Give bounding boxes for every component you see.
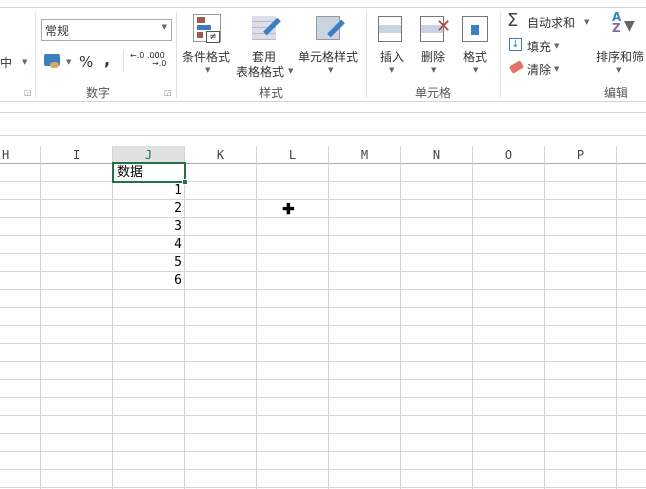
divider [123, 50, 124, 72]
column-header-k[interactable]: K [185, 146, 257, 164]
fill-handle[interactable] [182, 179, 188, 185]
decrease-decimal-button[interactable]: .00 →.0 [152, 52, 170, 68]
sort-filter-button[interactable]: 排序和筛 [596, 48, 644, 65]
autosum-dropdown[interactable]: ▼ [584, 18, 589, 26]
cell-j3[interactable]: 2 [113, 200, 182, 218]
sort-filter-dropdown[interactable]: ▼ [616, 66, 621, 74]
increase-decimal-button[interactable]: ←.0 .00 [130, 52, 160, 60]
format-cells-icon [462, 16, 488, 42]
conditional-format-dropdown[interactable]: ▼ [205, 66, 210, 74]
coins-icon [50, 62, 59, 68]
cell-styles-button[interactable]: 单元格样式 [298, 48, 358, 65]
column-header-h[interactable]: H [0, 146, 41, 164]
number-group-label: 数字 [86, 86, 111, 100]
grid-vlines [0, 164, 646, 489]
delete-x-icon: ✕ [436, 16, 452, 37]
fill-dropdown[interactable]: ▼ [554, 42, 559, 50]
conditional-format-icon: ≠ [193, 14, 221, 43]
cell-cursor-icon: ✚ [282, 200, 295, 219]
ribbon-top-border [0, 7, 646, 8]
number-dialog-launcher-icon[interactable]: ◲ [164, 88, 172, 97]
comma-style-button[interactable]: , [104, 50, 110, 69]
group-separator [500, 12, 501, 98]
clear-button[interactable]: 清除 [527, 61, 551, 78]
cell-j5[interactable]: 4 [113, 236, 182, 254]
formula-bar[interactable] [0, 113, 646, 135]
cell-j6[interactable]: 5 [113, 254, 182, 272]
clear-dropdown[interactable]: ▼ [554, 65, 559, 73]
number-format-select[interactable]: 常规 ▼ [41, 19, 172, 41]
format-dropdown[interactable]: ▼ [473, 66, 478, 74]
conditional-format-button[interactable]: 条件格式 [182, 48, 230, 65]
fill-down-icon: ↓ [509, 38, 522, 51]
insert-dropdown[interactable]: ▼ [389, 66, 394, 74]
group-separator [35, 12, 36, 98]
cell-styles-dropdown[interactable]: ▼ [328, 66, 333, 74]
merge-center-dropdown[interactable]: ▼ [22, 58, 27, 66]
percent-style-button[interactable]: % [79, 53, 93, 71]
sigma-icon: Σ [507, 10, 519, 31]
group-separator [176, 12, 177, 98]
group-separator [366, 12, 367, 98]
filter-funnel-icon: ▼ [624, 18, 635, 34]
eraser-icon [508, 60, 525, 74]
insert-button[interactable]: 插入 [380, 48, 404, 65]
column-header-o[interactable]: O [473, 146, 545, 164]
fill-button[interactable]: 填充 [527, 38, 551, 55]
column-header-p[interactable]: P [545, 146, 617, 164]
column-header-l[interactable]: L [257, 146, 329, 164]
sort-filter-icon: AZ [612, 10, 622, 35]
alignment-dialog-launcher-icon[interactable]: ◲ [24, 88, 32, 97]
insert-cells-icon [378, 16, 402, 42]
column-header-m[interactable]: M [329, 146, 401, 164]
delete-button[interactable]: 删除 [421, 48, 445, 65]
format-as-table-label-2[interactable]: 表格格式 [236, 63, 284, 80]
autosum-button[interactable]: 自动求和 [527, 14, 575, 31]
cell-j7[interactable]: 6 [113, 272, 182, 290]
ribbon-bottom-border [0, 101, 646, 102]
chevron-down-icon: ▼ [161, 23, 167, 31]
number-format-value: 常规 [45, 24, 70, 38]
editing-group-label: 编辑 [604, 86, 629, 100]
cell-j4[interactable]: 3 [113, 218, 182, 236]
active-cell-border [112, 162, 186, 183]
column-header-i[interactable]: I [41, 146, 113, 164]
format-as-table-dropdown[interactable]: ▼ [288, 67, 293, 75]
delete-dropdown[interactable]: ▼ [431, 66, 436, 74]
styles-group-label: 样式 [259, 86, 284, 100]
cell-j2[interactable]: 1 [113, 182, 182, 200]
format-button[interactable]: 格式 [463, 48, 487, 65]
merge-center-button[interactable]: 中 [0, 54, 12, 71]
formula-bar-bottom [0, 135, 646, 136]
column-header-n[interactable]: N [401, 146, 473, 164]
accounting-dropdown[interactable]: ▼ [66, 58, 71, 66]
cells-group-label: 单元格 [415, 86, 452, 100]
